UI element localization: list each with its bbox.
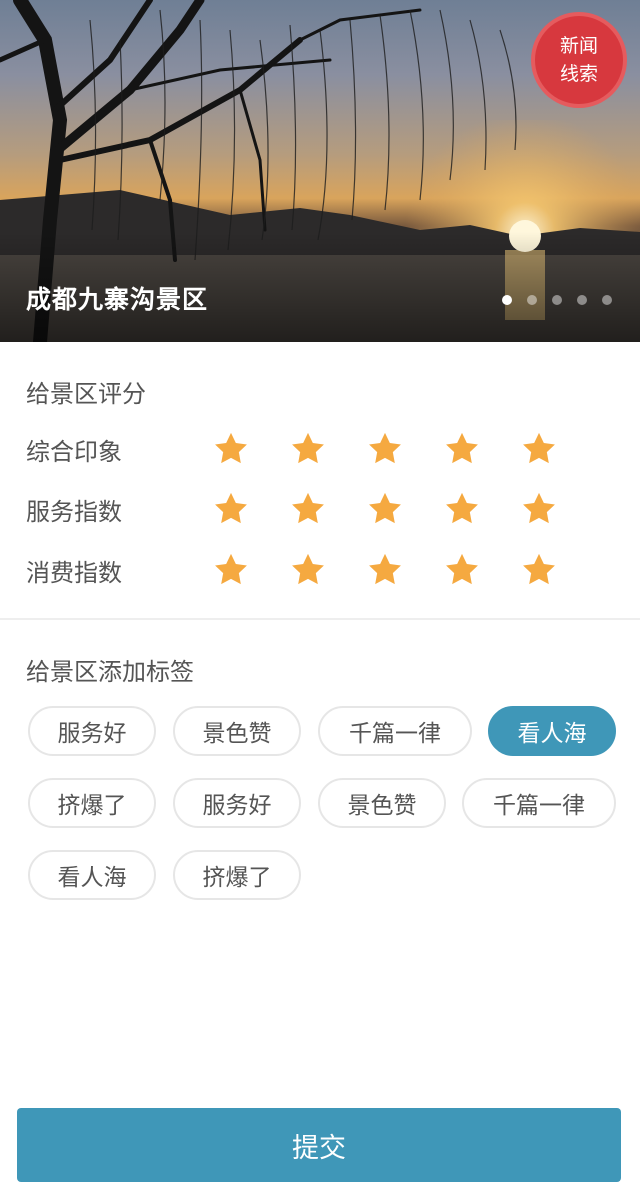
star-icon[interactable] bbox=[366, 429, 443, 469]
star-icon[interactable] bbox=[289, 550, 366, 590]
carousel-dot[interactable] bbox=[602, 295, 612, 305]
tag-chip[interactable]: 服务好 bbox=[173, 778, 301, 828]
star-rating[interactable] bbox=[212, 489, 597, 529]
tag-section: 给景区添加标签 服务好 景色赞 千篇一律 看人海 挤爆了 服务好 景色赞 千篇一… bbox=[0, 620, 640, 920]
rating-label: 综合印象 bbox=[26, 437, 122, 466]
star-rating[interactable] bbox=[212, 429, 597, 469]
tag-chip[interactable]: 看人海 bbox=[488, 706, 616, 756]
rating-label: 消费指数 bbox=[26, 558, 122, 587]
carousel-dot[interactable] bbox=[577, 295, 587, 305]
star-icon[interactable] bbox=[212, 489, 289, 529]
rating-section: 给景区评分 综合印象 服务指数 消费指数 bbox=[0, 342, 640, 620]
tag-chip[interactable]: 服务好 bbox=[28, 706, 156, 756]
star-icon[interactable] bbox=[520, 550, 597, 590]
tag-chip[interactable]: 挤爆了 bbox=[173, 850, 301, 900]
tag-chip[interactable]: 景色赞 bbox=[173, 706, 301, 756]
news-tip-button[interactable]: 新闻 线索 bbox=[531, 12, 627, 108]
news-tip-line1: 新闻 bbox=[559, 35, 598, 57]
star-icon[interactable] bbox=[212, 429, 289, 469]
tag-title: 给景区添加标签 bbox=[26, 658, 194, 686]
star-icon[interactable] bbox=[212, 550, 289, 590]
star-icon[interactable] bbox=[366, 489, 443, 529]
tag-chip[interactable]: 景色赞 bbox=[318, 778, 446, 828]
carousel-dot[interactable] bbox=[552, 295, 562, 305]
star-icon[interactable] bbox=[289, 429, 366, 469]
star-icon[interactable] bbox=[443, 550, 520, 590]
carousel-dot[interactable] bbox=[502, 295, 512, 305]
star-icon[interactable] bbox=[520, 489, 597, 529]
star-icon[interactable] bbox=[443, 489, 520, 529]
tag-chip[interactable]: 千篇一律 bbox=[462, 778, 616, 828]
star-icon[interactable] bbox=[366, 550, 443, 590]
star-icon[interactable] bbox=[289, 489, 366, 529]
rating-row-cost: 消费指数 bbox=[26, 550, 597, 590]
scenic-banner[interactable]: 成都九寨沟景区 新闻 线索 bbox=[0, 0, 640, 342]
star-icon[interactable] bbox=[520, 429, 597, 469]
rating-title: 给景区评分 bbox=[26, 380, 146, 408]
star-rating[interactable] bbox=[212, 550, 597, 590]
carousel-dot[interactable] bbox=[527, 295, 537, 305]
news-tip-line2: 线索 bbox=[559, 63, 598, 85]
star-icon[interactable] bbox=[443, 429, 520, 469]
scenic-name: 成都九寨沟景区 bbox=[26, 285, 209, 314]
rating-label: 服务指数 bbox=[26, 497, 122, 526]
rating-row-overall: 综合印象 bbox=[26, 429, 597, 469]
submit-button[interactable]: 提交 bbox=[17, 1108, 621, 1182]
tag-chip[interactable]: 千篇一律 bbox=[318, 706, 472, 756]
carousel-indicators[interactable] bbox=[502, 295, 612, 305]
tag-chip[interactable]: 挤爆了 bbox=[28, 778, 156, 828]
rating-row-service: 服务指数 bbox=[26, 489, 597, 529]
tag-chip[interactable]: 看人海 bbox=[28, 850, 156, 900]
